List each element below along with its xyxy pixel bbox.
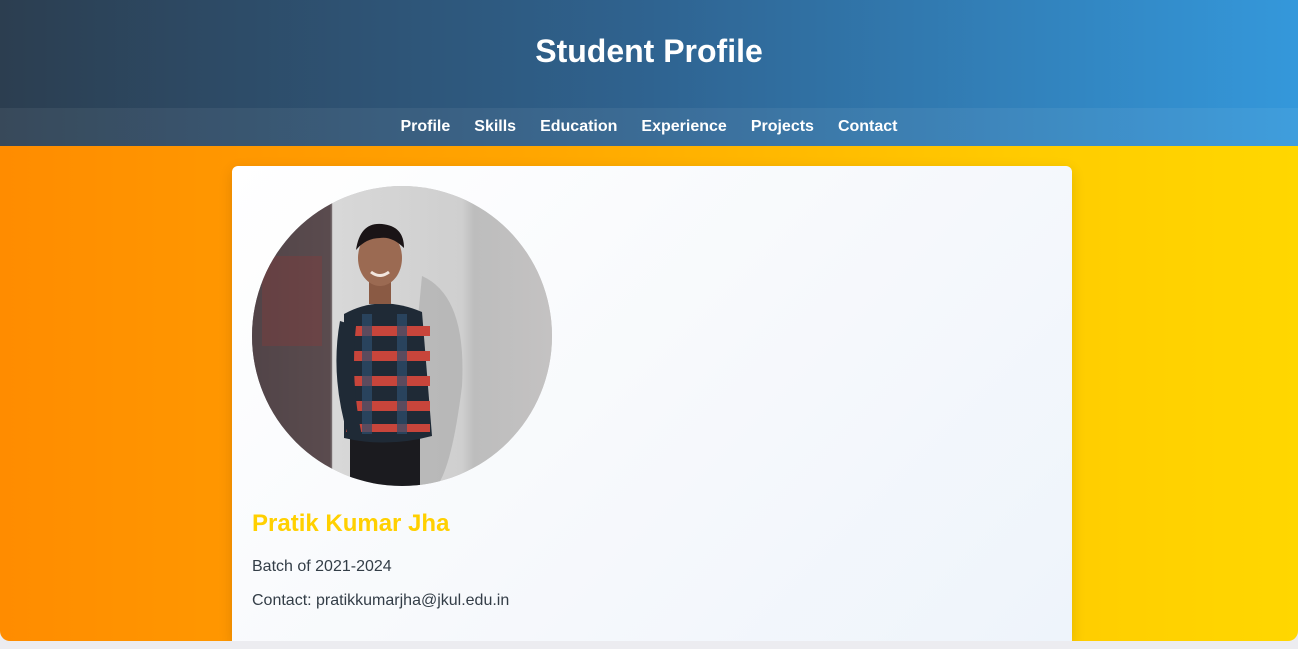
nav-profile[interactable]: Profile (400, 118, 450, 136)
page-header: Student Profile Profile Skills Education… (0, 0, 1298, 146)
nav-projects[interactable]: Projects (751, 118, 814, 136)
nav-experience[interactable]: Experience (641, 118, 726, 136)
batch-text: Batch of 2021-2024 (252, 558, 392, 575)
nav-contact[interactable]: Contact (838, 118, 898, 136)
nav-skills[interactable]: Skills (474, 118, 516, 136)
nav-education[interactable]: Education (540, 118, 617, 136)
profile-photo-image (252, 186, 552, 486)
page-bottom-edge (0, 641, 1298, 649)
page-title: Student Profile (535, 33, 763, 69)
profile-card: Pratik Kumar Jha Batch of 2021-2024 Cont… (232, 166, 1072, 642)
profile-photo (252, 186, 552, 486)
main-nav: Profile Skills Education Experience Proj… (0, 108, 1298, 146)
contact-text: Contact: pratikkumarjha@jkul.edu.in (252, 592, 510, 609)
student-name: Pratik Kumar Jha (252, 510, 450, 537)
